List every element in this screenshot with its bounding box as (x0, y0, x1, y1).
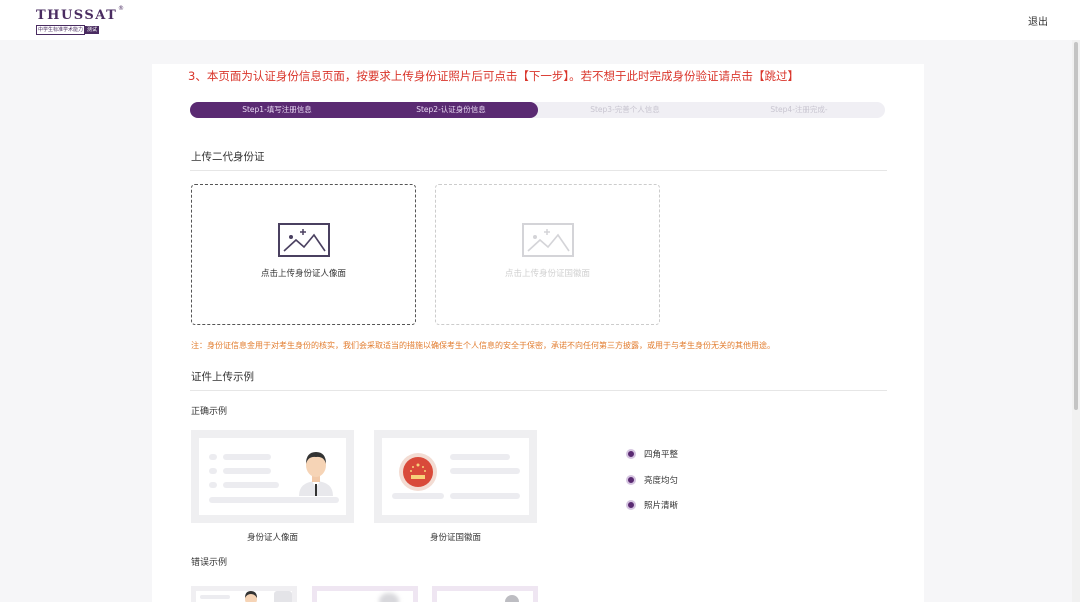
wrong-example-label: 错误示例 (191, 558, 228, 568)
upload-section-title: 上传二代身份证 (191, 151, 265, 163)
emblem-sample-card (374, 430, 537, 523)
upload-back-label: 点击上传身份证国徽面 (504, 269, 590, 279)
image-upload-icon (278, 223, 330, 257)
wrong-sample-card (312, 586, 418, 602)
page-scrollbar[interactable] (1072, 40, 1080, 602)
logo-registered-mark: ® (118, 5, 124, 12)
logout-link[interactable]: 退出 (1028, 13, 1048, 28)
upload-back-button[interactable]: 点击上传身份证国徽面 (435, 184, 660, 325)
section-divider (190, 170, 887, 171)
main-card: 3、本页面为认证身份信息页面，按要求上传身份证照片后可点击【下一步】。若不想于此… (152, 64, 924, 602)
emblem-sample-caption: 身份证国徽面 (429, 533, 481, 543)
wrong-sample-card (432, 586, 538, 602)
examples-section-title: 证件上传示例 (191, 371, 254, 383)
person-avatar-icon (299, 452, 333, 496)
section-divider (190, 390, 887, 391)
logo-subtitle: 中学生标准学术能力 测试 (36, 25, 126, 35)
check-label: 照片清晰 (644, 501, 679, 511)
portrait-sample-card (191, 430, 354, 523)
check-label: 四角平整 (644, 450, 679, 460)
top-bar: THUSSAT ® 中学生标准学术能力 测试 退出 (0, 0, 1080, 40)
step-3: Step3-完善个人信息 (590, 105, 660, 114)
logo-subtitle-text: 中学生标准学术能力 (36, 25, 86, 35)
id-card-portrait-illustration (199, 438, 346, 515)
privacy-note: 注：身份证信息金用于对考生身份的核实，我们会采取适当的措施以确保考生个人信息的安… (191, 341, 775, 350)
check-item: 照片清晰 (626, 499, 678, 511)
bullet-dot-icon (626, 475, 636, 485)
notice-text: 3、本页面为认证身份信息页面，按要求上传身份证照片后可点击【下一步】。若不想于此… (188, 69, 800, 83)
thussat-logo[interactable]: THUSSAT ® 中学生标准学术能力 测试 (36, 5, 126, 36)
upload-front-button[interactable]: 点击上传身份证人像面 (191, 184, 416, 325)
correct-example-label: 正确示例 (191, 407, 228, 417)
step-2: Step2-认证身份信息 (416, 105, 486, 114)
logo-text: THUSSAT (36, 8, 118, 23)
bullet-dot-icon (626, 500, 636, 510)
step-progress-bar: Step1-填写注册信息 Step2-认证身份信息 Step3-完善个人信息 S… (190, 102, 885, 118)
step-1: Step1-填写注册信息 (242, 105, 312, 114)
scrollbar-thumb[interactable] (1074, 42, 1078, 410)
person-avatar-icon (245, 591, 257, 602)
upload-front-label: 点击上传身份证人像面 (260, 269, 346, 279)
step-4: Step4-注册完成- (770, 105, 828, 114)
check-item: 亮度均匀 (626, 474, 678, 486)
portrait-sample-caption: 身份证人像面 (246, 533, 298, 543)
bullet-dot-icon (626, 449, 636, 459)
id-card-emblem-illustration (382, 438, 529, 515)
check-label: 亮度均匀 (644, 476, 679, 486)
national-emblem-icon (399, 453, 437, 491)
wrong-sample-card (191, 586, 297, 602)
image-upload-icon (522, 223, 574, 257)
check-item: 四角平整 (626, 448, 678, 460)
logo-badge: 测试 (85, 26, 100, 34)
